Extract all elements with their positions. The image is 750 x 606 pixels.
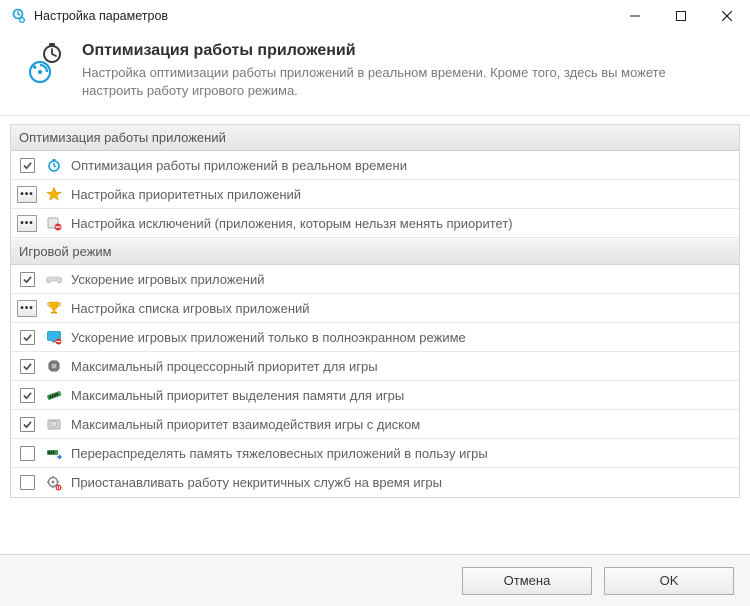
- window-buttons: [612, 0, 750, 32]
- checkbox-disk-priority[interactable]: [20, 417, 35, 432]
- cpu-icon: [45, 357, 63, 375]
- configure-button-priority-apps[interactable]: •••: [17, 186, 37, 203]
- row-label: Оптимизация работы приложений в реальном…: [71, 158, 407, 173]
- maximize-button[interactable]: [658, 0, 704, 32]
- section-header-game-mode: Игровой режим: [11, 238, 739, 265]
- checkbox-redistribute-memory[interactable]: [20, 446, 35, 461]
- configure-button-exclusions[interactable]: •••: [17, 215, 37, 232]
- row-mem-priority: Максимальный приоритет выделения памяти …: [11, 381, 739, 410]
- row-game-list: ••• Настройка списка игровых приложений: [11, 294, 739, 323]
- ram-transfer-icon: [45, 444, 63, 462]
- row-label: Ускорение игровых приложений только в по…: [71, 330, 466, 345]
- cancel-button[interactable]: Отмена: [462, 567, 592, 595]
- ram-icon: [45, 386, 63, 404]
- row-exclusions: ••• Настройка исключений (приложения, ко…: [11, 209, 739, 238]
- checkbox-game-boost[interactable]: [20, 272, 35, 287]
- checkbox-cpu-priority[interactable]: [20, 359, 35, 374]
- row-label: Настройка приоритетных приложений: [71, 187, 301, 202]
- monitor-icon: [45, 328, 63, 346]
- configure-button-game-list[interactable]: •••: [17, 300, 37, 317]
- gear-pause-icon: [45, 474, 63, 492]
- app-icon: [10, 8, 26, 24]
- checkbox-suspend-services[interactable]: [20, 475, 35, 490]
- page-subtitle: Настройка оптимизации работы приложений …: [82, 64, 730, 99]
- window-title: Настройка параметров: [34, 9, 612, 23]
- title-bar: Настройка параметров: [0, 0, 750, 32]
- row-cpu-priority: Максимальный процессорный приоритет для …: [11, 352, 739, 381]
- row-redistribute-memory: Перераспределять память тяжеловесных при…: [11, 439, 739, 468]
- page-header: Оптимизация работы приложений Настройка …: [0, 32, 750, 116]
- section-header-optimization: Оптимизация работы приложений: [11, 125, 739, 151]
- row-suspend-services: Приостанавливать работу некритичных служ…: [11, 468, 739, 497]
- row-label: Перераспределять память тяжеловесных при…: [71, 446, 488, 461]
- row-label: Ускорение игровых приложений: [71, 272, 265, 287]
- row-label: Максимальный приоритет взаимодействия иг…: [71, 417, 420, 432]
- dialog-footer: Отмена OK: [0, 554, 750, 606]
- minimize-button[interactable]: [612, 0, 658, 32]
- checkbox-fullscreen-only[interactable]: [20, 330, 35, 345]
- settings-panel: Оптимизация работы приложений Оптимизаци…: [10, 124, 740, 498]
- row-disk-priority: Максимальный приоритет взаимодействия иг…: [11, 410, 739, 439]
- disk-icon: [45, 415, 63, 433]
- row-label: Максимальный приоритет выделения памяти …: [71, 388, 404, 403]
- lock-icon: [45, 214, 63, 232]
- row-fullscreen-only: Ускорение игровых приложений только в по…: [11, 323, 739, 352]
- row-label: Настройка списка игровых приложений: [71, 301, 310, 316]
- header-icon: [20, 42, 68, 90]
- page-title: Оптимизация работы приложений: [82, 42, 730, 60]
- star-icon: [45, 185, 63, 203]
- row-realtime-optimization: Оптимизация работы приложений в реальном…: [11, 151, 739, 180]
- trophy-icon: [45, 299, 63, 317]
- checkbox-mem-priority[interactable]: [20, 388, 35, 403]
- row-game-boost: Ускорение игровых приложений: [11, 265, 739, 294]
- row-label: Настройка исключений (приложения, которы…: [71, 216, 513, 231]
- stopwatch-icon: [45, 156, 63, 174]
- close-button[interactable]: [704, 0, 750, 32]
- row-label: Максимальный процессорный приоритет для …: [71, 359, 378, 374]
- gamepad-icon: [45, 270, 63, 288]
- row-label: Приостанавливать работу некритичных служ…: [71, 475, 442, 490]
- checkbox-realtime[interactable]: [20, 158, 35, 173]
- ok-button[interactable]: OK: [604, 567, 734, 595]
- row-priority-apps: ••• Настройка приоритетных приложений: [11, 180, 739, 209]
